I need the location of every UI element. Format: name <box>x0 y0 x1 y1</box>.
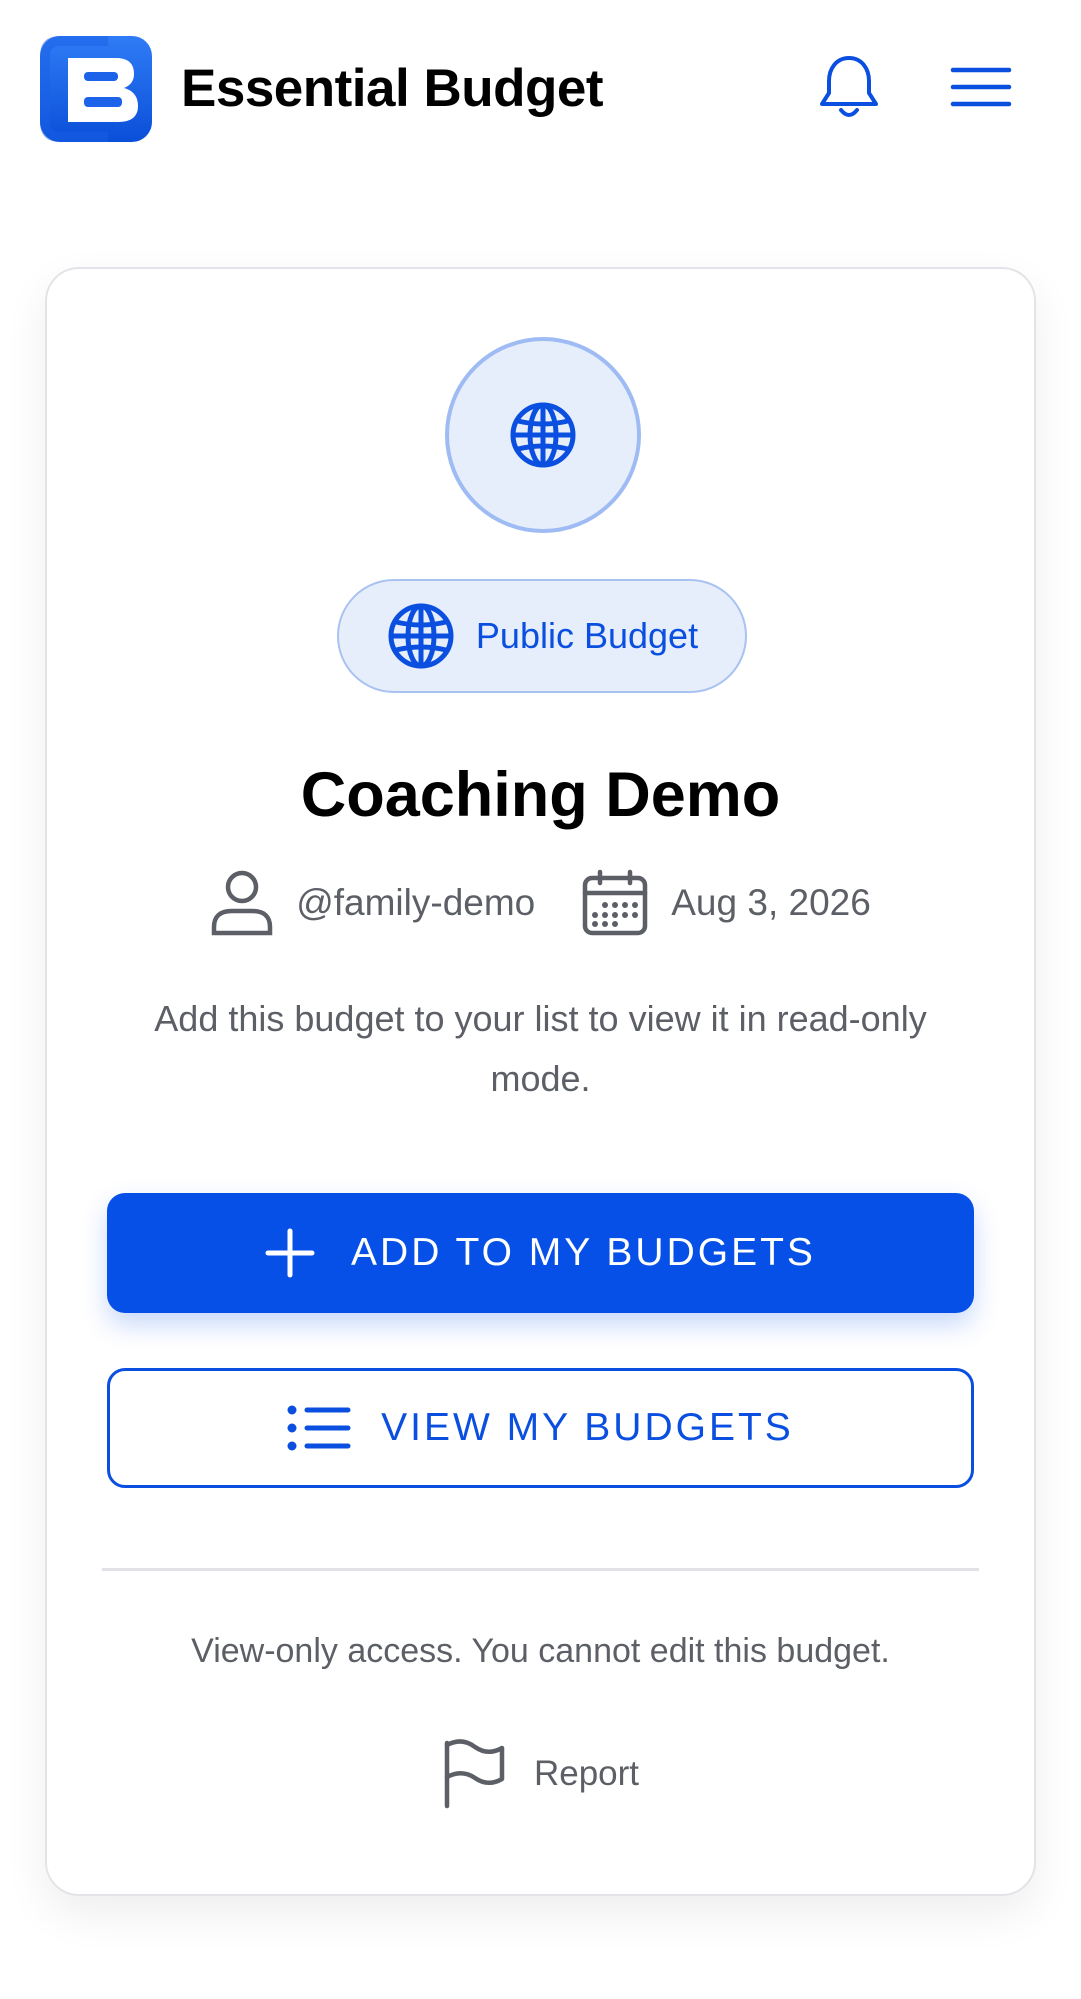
user-icon <box>211 870 273 936</box>
budget-date: Aug 3, 2026 <box>671 882 871 923</box>
budget-description: Add this budget to your list to view it … <box>154 998 927 1099</box>
date-meta: Aug 3, 2026 <box>581 869 871 937</box>
hamburger-menu-icon[interactable] <box>950 66 1012 108</box>
app-header: Essential Budget <box>0 0 1081 180</box>
view-my-budgets-button[interactable]: VIEW MY BUDGETS <box>107 1368 974 1488</box>
globe-icon <box>388 603 454 669</box>
public-budget-chip: Public Budget <box>337 579 747 693</box>
app-logo-icon[interactable] <box>38 34 154 144</box>
divider <box>102 1568 979 1571</box>
plus-icon <box>265 1228 315 1278</box>
bell-icon[interactable] <box>816 52 882 124</box>
add-to-my-budgets-button[interactable]: ADD TO MY BUDGETS <box>107 1193 974 1313</box>
flag-icon <box>444 1739 505 1809</box>
report-link[interactable]: Report <box>47 1734 1034 1814</box>
visibility-label: Public Budget <box>475 615 699 656</box>
report-label: Report <box>533 1754 640 1793</box>
add-button-label: ADD TO MY BUDGETS <box>351 1231 816 1274</box>
budget-share-card: Public Budget Coaching Demo @family-demo <box>45 267 1036 1896</box>
budget-title: Coaching Demo <box>300 760 781 830</box>
owner-meta: @family-demo <box>210 869 535 937</box>
calendar-icon <box>583 869 648 936</box>
globe-icon <box>510 402 576 468</box>
list-icon <box>287 1405 351 1451</box>
app-title: Essential Budget <box>181 59 603 118</box>
owner-handle: @family-demo <box>296 882 536 923</box>
budget-meta: @family-demo Aug 3, 2026 <box>47 865 1034 941</box>
view-button-label: VIEW MY BUDGETS <box>381 1406 794 1449</box>
access-note: View-only access. You cannot edit this b… <box>191 1632 890 1670</box>
hero-globe-badge <box>445 337 641 533</box>
